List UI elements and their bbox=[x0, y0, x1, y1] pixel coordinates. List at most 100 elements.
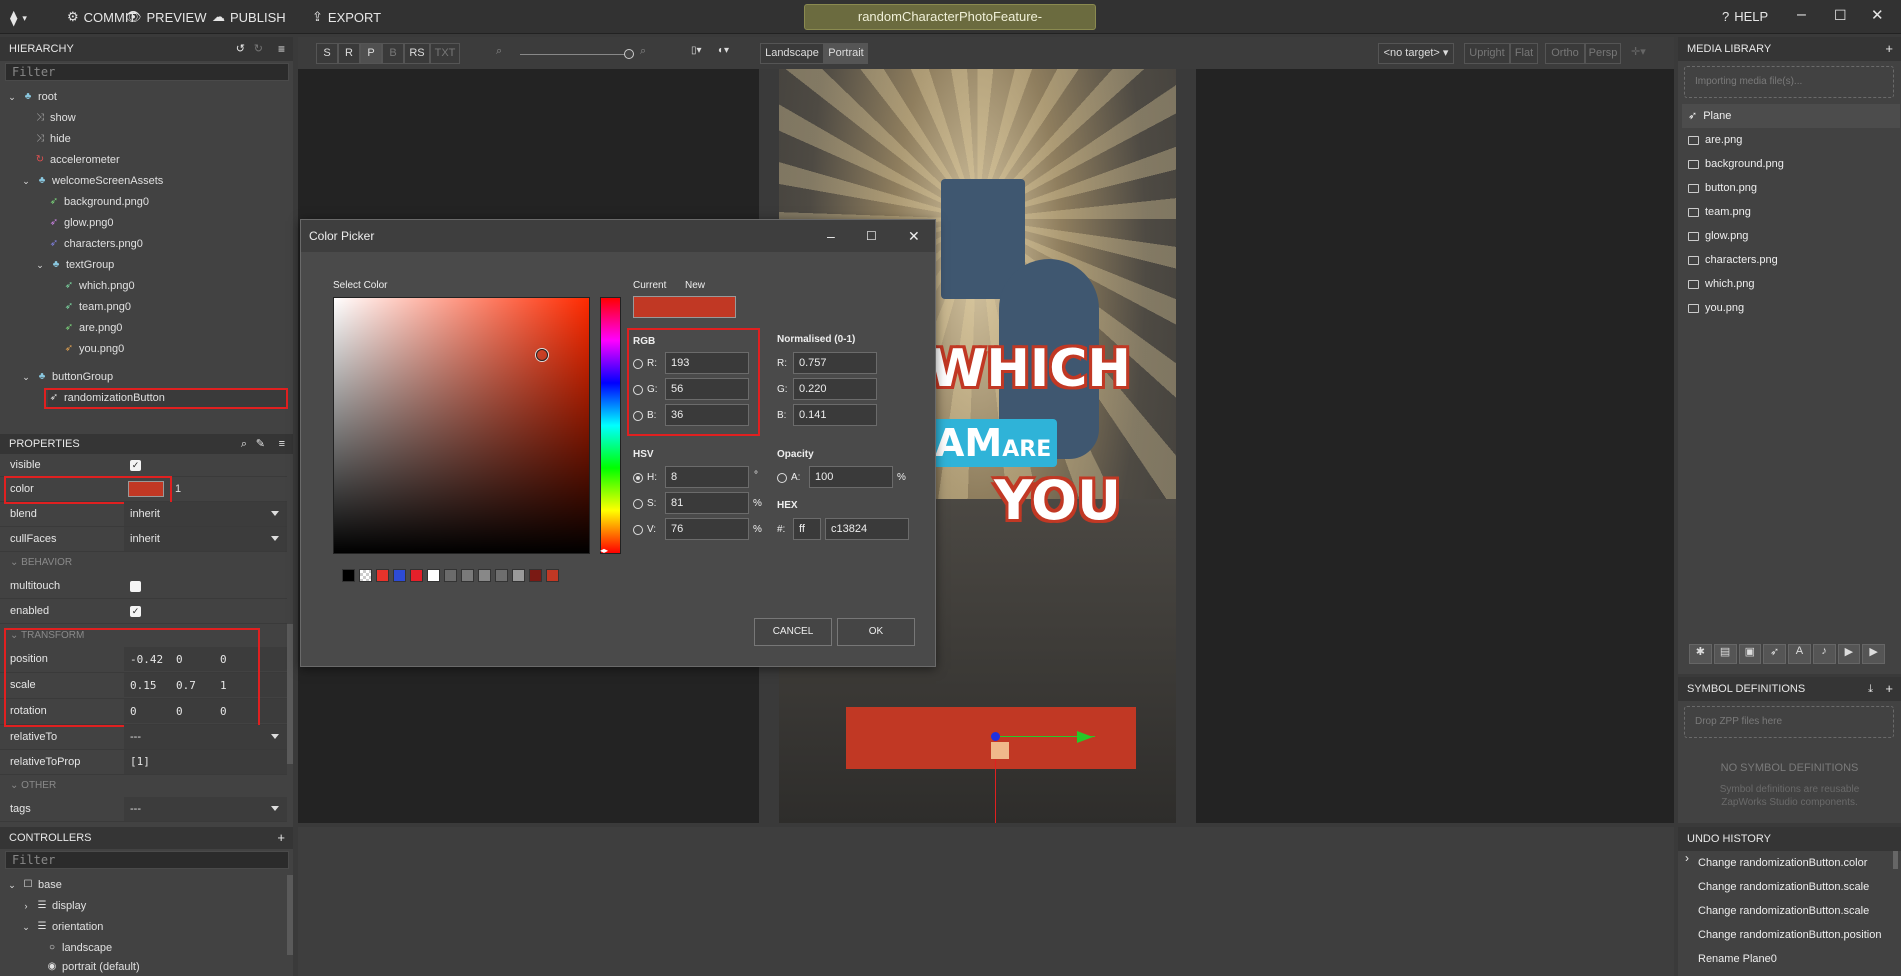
s-input[interactable]: 81 bbox=[665, 492, 749, 514]
swatch-red[interactable] bbox=[376, 569, 389, 582]
download-icon[interactable]: ⤓ bbox=[1868, 677, 1873, 701]
undo-item[interactable]: Rename Plane0 bbox=[1698, 948, 1777, 970]
gizmo-plane-handle[interactable] bbox=[991, 742, 1009, 759]
color-cursor[interactable] bbox=[536, 349, 548, 361]
edit-icon[interactable]: ✎ bbox=[256, 434, 265, 454]
tree-node-glow[interactable]: ➶ glow.png0 bbox=[48, 213, 114, 233]
swatch-transparent[interactable] bbox=[359, 569, 372, 582]
media-item-button[interactable]: button.png bbox=[1682, 176, 1900, 200]
undo-item[interactable]: Change randomizationButton.scale bbox=[1698, 876, 1869, 898]
relativetoprop-input[interactable]: [1] bbox=[124, 750, 287, 774]
media-item-plane[interactable]: ➶ Plane bbox=[1682, 104, 1900, 128]
device-icon[interactable]: ▯▾ bbox=[691, 45, 702, 56]
add-icon[interactable]: + bbox=[1885, 677, 1893, 701]
blend-select[interactable]: inherit bbox=[124, 502, 287, 526]
swatch-current[interactable] bbox=[546, 569, 559, 582]
hue-handle[interactable]: ◂▸ bbox=[600, 546, 608, 555]
symbol-dropzone[interactable]: Drop ZPP files here bbox=[1684, 706, 1894, 738]
s-radio[interactable] bbox=[633, 499, 643, 509]
v-radio[interactable] bbox=[633, 525, 643, 535]
hierarchy-filter-input[interactable]: Filter bbox=[5, 63, 289, 81]
tree-node-which[interactable]: ➶ which.png0 bbox=[63, 276, 135, 296]
toolbar-r-button[interactable]: R bbox=[338, 43, 360, 64]
zoom-slider[interactable] bbox=[520, 54, 630, 55]
settings-icon[interactable]: ✱ bbox=[1689, 644, 1712, 664]
youtube-icon[interactable]: ▶ bbox=[1862, 644, 1885, 664]
undo-item[interactable]: Change randomizationButton.color bbox=[1698, 852, 1867, 874]
media-item-background[interactable]: background.png bbox=[1682, 152, 1900, 176]
search-icon[interactable]: ⌕ bbox=[241, 434, 247, 454]
minimize-icon[interactable]: – bbox=[827, 220, 835, 252]
help-button[interactable]: ? HELP bbox=[1722, 9, 1768, 24]
section-other[interactable]: ⌄ OTHER bbox=[0, 775, 287, 797]
tree-node-team[interactable]: ➶ team.png0 bbox=[63, 297, 131, 317]
properties-scrollbar[interactable] bbox=[287, 624, 293, 764]
menu-icon[interactable]: ≡ bbox=[278, 37, 285, 61]
tree-node-buttongroup[interactable]: ⌄ ♣ buttonGroup bbox=[20, 367, 113, 387]
tree-node-you[interactable]: ➶ you.png0 bbox=[63, 339, 124, 359]
swatch-gray[interactable] bbox=[512, 569, 525, 582]
controller-portrait[interactable]: ◉ portrait (default) bbox=[46, 959, 140, 975]
redo-icon[interactable]: ↻ bbox=[254, 37, 263, 61]
ok-button[interactable]: OK bbox=[837, 618, 915, 646]
saturation-value-picker[interactable] bbox=[333, 297, 590, 554]
image-icon[interactable]: ▣ bbox=[1738, 644, 1762, 664]
tree-node-accelerometer[interactable]: ↻ accelerometer bbox=[34, 150, 120, 170]
swatch-gray[interactable] bbox=[461, 569, 474, 582]
maximize-button[interactable]: ☐ bbox=[1834, 7, 1847, 24]
flat-button[interactable]: Flat bbox=[1510, 43, 1538, 64]
landscape-button[interactable]: Landscape bbox=[760, 43, 824, 64]
toolbar-txt-button[interactable]: TXT bbox=[430, 43, 460, 64]
minimize-button[interactable]: – bbox=[1797, 6, 1806, 24]
transform-icon[interactable]: ✛▾ bbox=[1631, 45, 1646, 58]
controllers-filter-input[interactable]: Filter bbox=[5, 851, 289, 869]
app-logo-menu[interactable]: ⧫ ▾ bbox=[10, 9, 27, 27]
target-select[interactable]: <no target> ▾ bbox=[1378, 43, 1454, 64]
publish-button[interactable]: ☁ PUBLISH bbox=[212, 9, 286, 25]
media-item-team[interactable]: team.png bbox=[1682, 200, 1900, 224]
relativeto-select[interactable]: --- bbox=[124, 725, 287, 749]
multitouch-checkbox[interactable] bbox=[130, 581, 141, 592]
enabled-checkbox[interactable]: ✓ bbox=[130, 606, 141, 617]
close-icon[interactable]: ✕ bbox=[908, 220, 920, 252]
globe-icon[interactable]: ◐▾ bbox=[718, 45, 729, 56]
tree-node-root[interactable]: ⌄ ♣ root bbox=[6, 87, 57, 107]
gizmo-x-arrow[interactable] bbox=[1077, 731, 1093, 743]
visible-checkbox[interactable]: ✓ bbox=[130, 460, 141, 471]
h-input[interactable]: 8 bbox=[665, 466, 749, 488]
maximize-icon[interactable]: ☐ bbox=[866, 220, 877, 252]
tree-node-background[interactable]: ➶ background.png0 bbox=[48, 192, 149, 212]
close-button[interactable]: ✕ bbox=[1871, 6, 1884, 24]
hex-alpha-input[interactable]: ff bbox=[793, 518, 821, 540]
text-icon[interactable]: A bbox=[1788, 644, 1811, 664]
media-item-are[interactable]: are.png bbox=[1682, 128, 1900, 152]
controller-base[interactable]: ⌄ ☐ base bbox=[6, 875, 62, 895]
toolbar-p-button[interactable]: P bbox=[360, 43, 382, 64]
add-icon[interactable]: + bbox=[1885, 37, 1893, 61]
swatch-dark-red[interactable] bbox=[529, 569, 542, 582]
export-button[interactable]: ⇪ EXPORT bbox=[312, 9, 381, 25]
swatch-black[interactable] bbox=[342, 569, 355, 582]
project-title[interactable]: randomCharacterPhotoFeature- bbox=[804, 4, 1096, 30]
media-item-which[interactable]: which.png bbox=[1682, 272, 1900, 296]
tags-select[interactable]: --- bbox=[124, 797, 287, 821]
cullfaces-select[interactable]: inherit bbox=[124, 527, 287, 551]
tree-node-are[interactable]: ➶ are.png0 bbox=[63, 318, 123, 338]
tree-node-welcomescreenassets[interactable]: ⌄ ♣ welcomeScreenAssets bbox=[20, 171, 163, 191]
normalised-r-input[interactable]: 0.757 bbox=[793, 352, 877, 374]
undo-icon[interactable]: ↺ bbox=[236, 37, 245, 61]
controller-display[interactable]: › ☰ display bbox=[20, 896, 87, 916]
zoom-in-icon[interactable]: ⌕ bbox=[640, 45, 646, 58]
video-icon[interactable]: ▶ bbox=[1837, 644, 1861, 664]
undo-scrollbar[interactable] bbox=[1893, 851, 1898, 869]
undo-item[interactable]: Change randomizationButton.scale bbox=[1698, 900, 1869, 922]
swatch-white[interactable] bbox=[427, 569, 440, 582]
controller-landscape[interactable]: ○ landscape bbox=[46, 938, 112, 958]
controller-orientation[interactable]: ⌄ ☰ orientation bbox=[20, 917, 103, 937]
cancel-button[interactable]: CANCEL bbox=[754, 618, 832, 646]
add-icon[interactable]: + bbox=[277, 827, 285, 849]
upright-button[interactable]: Upright bbox=[1464, 43, 1510, 64]
file-icon[interactable]: ▤ bbox=[1713, 644, 1737, 664]
portrait-button[interactable]: Portrait bbox=[824, 43, 868, 64]
media-item-you[interactable]: you.png bbox=[1682, 296, 1900, 320]
